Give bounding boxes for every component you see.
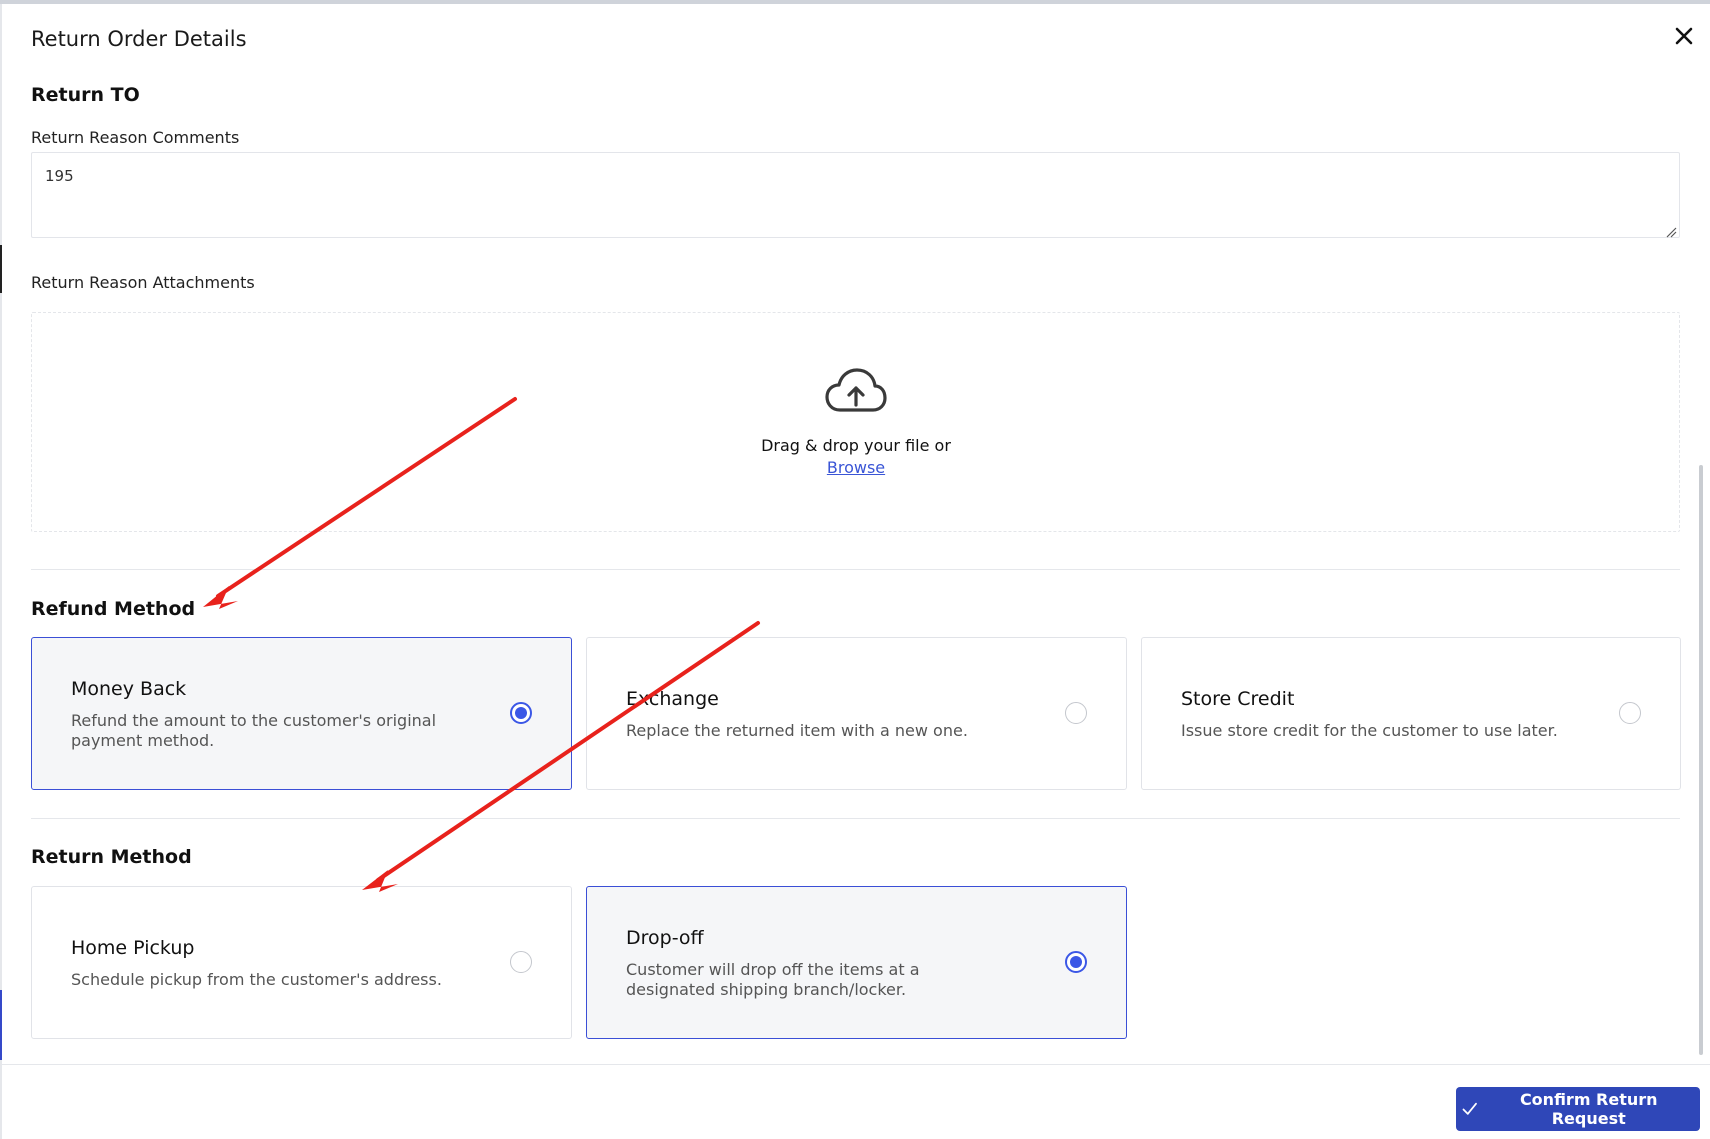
option-description: Customer will drop off the items at a de… [626,960,920,999]
confirm-return-request-button[interactable]: Confirm Return Request [1456,1087,1700,1131]
close-icon[interactable] [1672,24,1696,48]
option-description: Schedule pickup from the customer's addr… [71,970,442,989]
section-divider [31,569,1680,570]
comments-label: Return Reason Comments [31,128,240,147]
footer-divider [0,1064,1710,1065]
return-reason-comments-input[interactable]: 195 [31,152,1680,238]
option-description: Replace the returned item with a new one… [626,721,968,740]
radio-exchange[interactable] [1065,702,1087,724]
refund-option-money-back[interactable]: Money Back Refund the amount to the cust… [31,637,572,790]
return-option-drop-off[interactable]: Drop-off Customer will drop off the item… [586,886,1127,1039]
dropzone-text: Drag & drop your file or [761,436,951,455]
option-title: Exchange [626,688,719,710]
upload-cloud-icon [825,368,887,412]
return-to-heading: Return TO [31,84,140,106]
option-title: Store Credit [1181,688,1295,710]
section-divider [31,818,1680,819]
option-description: Refund the amount to the customer's orig… [71,711,437,750]
radio-store-credit[interactable] [1619,702,1641,724]
option-description: Issue store credit for the customer to u… [1181,721,1558,740]
resize-handle-icon[interactable] [1665,226,1677,238]
option-title: Home Pickup [71,937,195,959]
check-icon [1462,1102,1477,1115]
radio-drop-off[interactable] [1065,951,1087,973]
browse-link[interactable]: Browse [780,458,932,477]
scrollbar-thumb[interactable] [1699,465,1703,1055]
attachment-dropzone[interactable] [31,312,1680,532]
refund-option-exchange[interactable]: Exchange Replace the returned item with … [586,637,1127,790]
return-method-heading: Return Method [31,846,192,868]
radio-home-pickup[interactable] [510,951,532,973]
return-option-home-pickup[interactable]: Home Pickup Schedule pickup from the cus… [31,886,572,1039]
option-title: Drop-off [626,927,704,949]
modal-title: Return Order Details [31,27,247,51]
attachments-label: Return Reason Attachments [31,273,255,292]
refund-method-heading: Refund Method [31,598,196,620]
refund-option-store-credit[interactable]: Store Credit Issue store credit for the … [1141,637,1681,790]
confirm-button-label: Confirm Return Request [1519,1090,1658,1128]
radio-money-back[interactable] [510,702,532,724]
option-title: Money Back [71,678,187,700]
